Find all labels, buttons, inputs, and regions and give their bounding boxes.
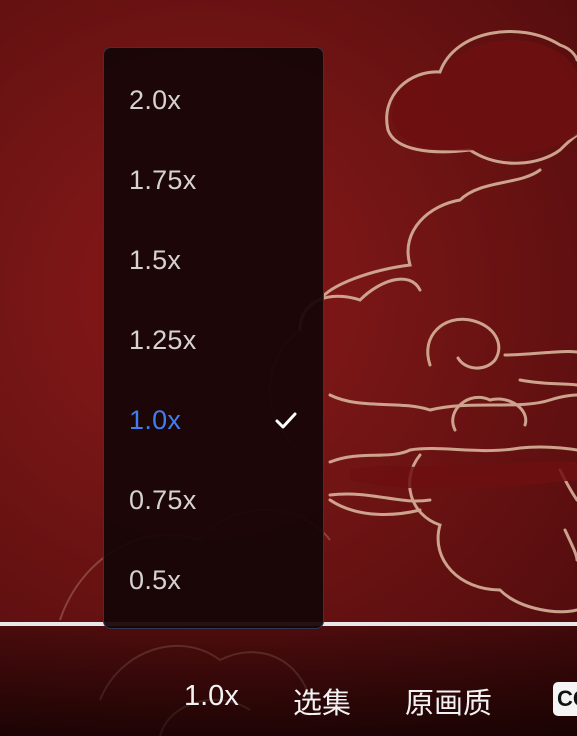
- speed-option-0-75x[interactable]: 0.75x: [104, 460, 323, 540]
- speed-option-label: 1.0x: [129, 404, 182, 435]
- playback-speed-menu: 2.0x 1.75x 1.5x 1.25x 1.0x 0.75x 0.5x: [103, 47, 324, 629]
- episodes-button[interactable]: 选集: [293, 680, 351, 722]
- speed-option-1-5x[interactable]: 1.5x: [104, 220, 323, 300]
- speed-option-label: 1.5x: [129, 244, 182, 275]
- speed-option-0-5x[interactable]: 0.5x: [104, 540, 323, 620]
- speed-option-label: 0.5x: [129, 564, 182, 595]
- speed-option-label: 1.25x: [129, 324, 197, 355]
- speed-option-1-75x[interactable]: 1.75x: [104, 140, 323, 220]
- speed-option-label: 2.0x: [129, 84, 182, 115]
- speed-option-label: 1.75x: [129, 164, 197, 195]
- speed-option-label: 0.75x: [129, 484, 197, 515]
- subtitles-button[interactable]: CC: [553, 682, 577, 716]
- speed-option-1-25x[interactable]: 1.25x: [104, 300, 323, 380]
- speed-option-2x[interactable]: 2.0x: [104, 60, 323, 140]
- player-control-bar: 1.0x 选集 原画质 CC: [0, 660, 577, 736]
- quality-button[interactable]: 原画质: [405, 680, 492, 722]
- playback-speed-button[interactable]: 1.0x: [184, 680, 239, 713]
- speed-option-1x-selected[interactable]: 1.0x: [104, 380, 323, 460]
- check-icon: [275, 412, 297, 429]
